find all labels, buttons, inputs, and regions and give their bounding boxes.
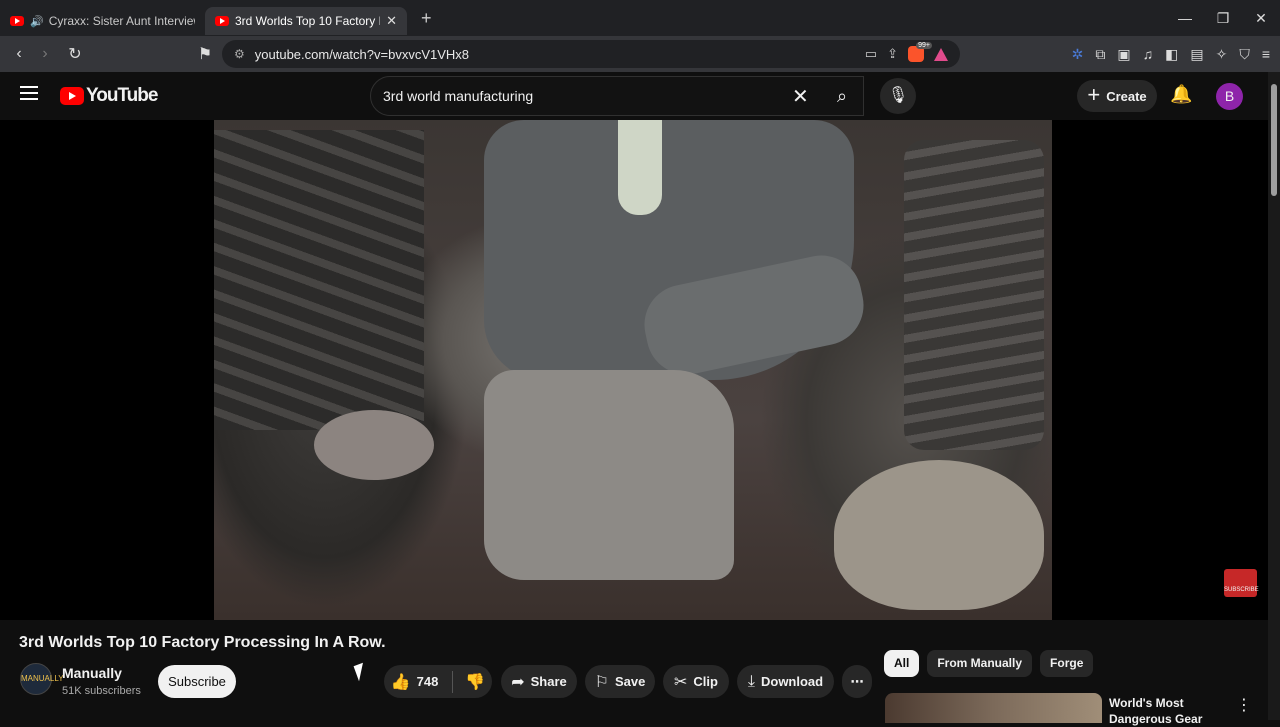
bookmark-icon[interactable]: ⚑: [192, 44, 218, 64]
subscribe-button[interactable]: Subscribe: [158, 665, 236, 698]
download-label: Download: [760, 674, 824, 689]
search-button[interactable]: ⌕: [818, 76, 866, 116]
more-icon: ⋯: [850, 673, 864, 689]
bolt-bowl: [834, 460, 1044, 610]
menu-icon[interactable]: ≡: [1262, 46, 1270, 62]
puzzle-icon[interactable]: ⧉: [1095, 46, 1105, 63]
subscribe-watermark[interactable]: SUBSCRIBE: [1224, 569, 1259, 597]
clip-button[interactable]: ✂ Clip: [663, 665, 729, 698]
share-icon: ➦: [511, 673, 525, 691]
download-icon: ⤓: [747, 672, 755, 690]
save-icon: ⚐: [594, 673, 609, 691]
hamburger-menu-icon[interactable]: [20, 86, 38, 104]
url-actions: ▭ ⇪ 99+: [865, 40, 948, 68]
tab-inactive[interactable]: 🔊 Cyraxx: Sister Aunt Interviewed b: [0, 7, 205, 35]
search-box[interactable]: 3rd world manufacturing: [370, 76, 864, 116]
tab-active[interactable]: 3rd Worlds Top 10 Factory Proce ✕: [205, 7, 407, 35]
video-title: 3rd Worlds Top 10 Factory Processing In …: [19, 634, 386, 651]
like-icon[interactable]: 👍: [391, 672, 411, 692]
recommended-more-icon[interactable]: ⋮: [1236, 695, 1252, 715]
washer-bowl: [314, 410, 434, 480]
brave-shields-icon[interactable]: 99+: [908, 42, 932, 62]
subscriber-count: 51K subscribers: [62, 685, 141, 697]
related-filter-chips: All From Manually Forge: [884, 650, 1094, 677]
address-bar[interactable]: ⚙ youtube.com/watch?v=bvxvcV1VHx8 ▭ ⇪ 99…: [222, 40, 960, 68]
scissors-icon: ✂: [674, 673, 688, 691]
download-button[interactable]: ⤓ Download: [737, 665, 834, 698]
brave-badge: 99+: [916, 42, 932, 49]
recommended-thumbnail[interactable]: [885, 693, 1102, 723]
share-label: Share: [530, 674, 567, 689]
search-input[interactable]: 3rd world manufacturing: [383, 88, 533, 104]
tab-title: Cyraxx: Sister Aunt Interviewed b: [48, 14, 195, 28]
restore-button[interactable]: ❐: [1204, 10, 1242, 27]
microphone-icon: 🎙: [887, 87, 909, 104]
minimize-button[interactable]: —: [1166, 10, 1204, 26]
account-avatar[interactable]: B: [1216, 83, 1243, 110]
recommended-title[interactable]: World's Most Dangerous Gear: [1109, 695, 1229, 727]
url-text: youtube.com/watch?v=bvxvcV1VHx8: [254, 46, 470, 62]
chip-all[interactable]: All: [884, 650, 920, 677]
share-button[interactable]: ➦ Share: [501, 665, 577, 698]
youtube-masthead: YouTube 3rd world manufacturing ✕ ⌕ 🎙 + …: [0, 72, 1268, 120]
save-label: Save: [614, 674, 646, 689]
brave-rewards-icon[interactable]: [934, 47, 948, 61]
new-tab-button[interactable]: +: [421, 8, 432, 29]
worker-mask: [618, 120, 662, 215]
metal-parts-right: [904, 140, 1044, 450]
extensions-area: ✲ ⧉ ▣ ♫ ◧ ▤ ✧ ⛉ ≡: [1072, 36, 1270, 72]
divider: [452, 670, 454, 693]
youtube-favicon-icon: [10, 16, 24, 26]
leo-icon[interactable]: ✧: [1216, 46, 1228, 63]
save-button[interactable]: ⚐ Save: [585, 665, 655, 698]
clip-label: Clip: [693, 674, 718, 689]
page-scrollbar[interactable]: [1268, 72, 1280, 720]
like-dislike-group: 👍 748 👎: [384, 665, 492, 698]
notifications-bell-icon[interactable]: 🔔: [1170, 84, 1192, 105]
mouse-cursor-icon: [353, 662, 369, 682]
search-icon: ⌕: [836, 86, 848, 106]
extension-icon[interactable]: ✲: [1072, 46, 1084, 63]
browser-nav-bar: ‹ › ↻ ⚑ ⚙ youtube.com/watch?v=bvxvcV1VHx…: [0, 36, 1280, 72]
chip-forge[interactable]: Forge: [1040, 650, 1094, 677]
forward-icon[interactable]: ›: [32, 45, 58, 63]
youtube-play-icon: [60, 87, 84, 105]
plus-icon: +: [1087, 82, 1101, 107]
voice-search-button[interactable]: 🎙: [880, 78, 916, 114]
close-window-button[interactable]: ✕: [1242, 10, 1280, 27]
share-page-icon[interactable]: ⇪: [887, 46, 898, 62]
more-actions-button[interactable]: ⋯: [842, 665, 872, 698]
channel-avatar[interactable]: MANUALLY: [20, 663, 64, 695]
music-icon[interactable]: ♫: [1143, 46, 1154, 62]
speaker-icon[interactable]: 🔊: [30, 15, 44, 28]
scrollbar-thumb[interactable]: [1271, 84, 1277, 196]
video-player[interactable]: SUBSCRIBE: [0, 120, 1268, 620]
channel-name[interactable]: Manually: [62, 665, 122, 681]
reload-icon[interactable]: ↻: [62, 44, 88, 64]
metal-parts-left: [214, 130, 424, 430]
vpn-icon[interactable]: ⛉: [1239, 46, 1250, 63]
create-button[interactable]: + Create: [1077, 80, 1157, 112]
create-label: Create: [1106, 88, 1147, 104]
tab-title: 3rd Worlds Top 10 Factory Proce: [235, 14, 380, 28]
youtube-favicon-icon: [215, 16, 229, 26]
video-frame[interactable]: [214, 120, 1052, 620]
back-icon[interactable]: ‹: [6, 45, 32, 63]
cast-icon[interactable]: ▭: [865, 46, 877, 62]
clear-search-icon[interactable]: ✕: [792, 84, 809, 109]
press-machine: [484, 370, 734, 580]
dislike-icon[interactable]: 👎: [465, 672, 485, 692]
wallet-icon[interactable]: ▤: [1190, 46, 1203, 63]
youtube-logo[interactable]: YouTube: [60, 85, 158, 107]
like-count[interactable]: 748: [417, 674, 439, 689]
window-controls: — ❐ ✕: [1166, 0, 1280, 36]
logo-text: YouTube: [86, 85, 158, 106]
browser-tab-bar: 🔊 Cyraxx: Sister Aunt Interviewed b 3rd …: [0, 0, 1280, 36]
site-settings-icon[interactable]: ⚙: [234, 47, 245, 61]
screenshot-icon[interactable]: ▣: [1117, 46, 1130, 63]
sidebar-icon[interactable]: ◧: [1165, 46, 1178, 63]
chip-from-manually[interactable]: From Manually: [927, 650, 1033, 677]
close-tab-icon[interactable]: ✕: [386, 13, 397, 29]
